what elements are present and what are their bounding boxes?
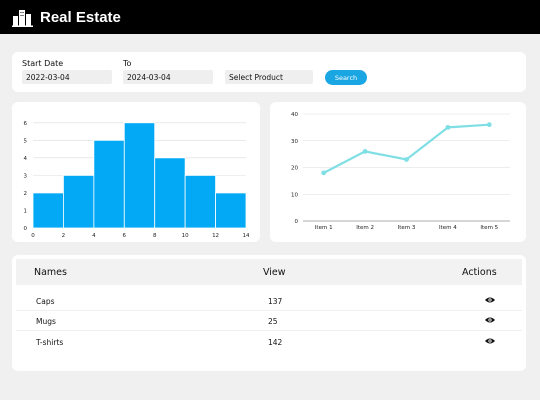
- y-tick-label: 0: [24, 226, 28, 232]
- eye-icon[interactable]: [485, 316, 495, 324]
- line-chart-card: 0 10 20 30 40 Item 1 Item 2 Item 3 Item 4 Item 5: [270, 102, 526, 242]
- x-tick-label: 6: [123, 233, 127, 239]
- building-logo-icon: [12, 10, 33, 27]
- x-tick-label: Item 2: [356, 225, 374, 231]
- y-tick-label: 30: [291, 139, 298, 145]
- table-row: Mugs 25: [16, 311, 522, 331]
- filter-panel: Start Date 2022-03-04 To 2024-03-04 Sele…: [12, 52, 526, 92]
- y-tick-label: 6: [24, 121, 28, 127]
- histogram-card: 0 1 2 3 4 5 6 0 2 4 6 8 10 12 14: [12, 102, 260, 242]
- x-tick-label: 10: [182, 233, 189, 239]
- histogram-bar: [93, 139, 125, 229]
- x-tick-label: Item 3: [398, 225, 416, 231]
- y-tick-label: 10: [291, 192, 298, 198]
- row-name: Caps: [36, 297, 55, 306]
- row-view-count: 137: [268, 297, 283, 306]
- table-header: Names View Actions: [16, 259, 522, 285]
- y-tick-label: 20: [291, 166, 298, 172]
- top-bar: Real Estate: [0, 0, 540, 34]
- products-table: Names View Actions Caps 137 Mugs 25 T-sh…: [12, 255, 526, 371]
- y-tick-label: 1: [24, 208, 28, 214]
- histogram-bar: [154, 157, 186, 229]
- histogram-bar: [215, 192, 247, 229]
- y-tick-label: 0: [295, 219, 299, 225]
- y-tick-label: 2: [24, 191, 28, 197]
- eye-icon[interactable]: [485, 296, 495, 304]
- histogram-bar: [184, 174, 216, 229]
- data-point: [404, 157, 409, 162]
- row-view-count: 142: [268, 338, 283, 347]
- x-tick-label: 8: [153, 233, 157, 239]
- histogram-bar: [32, 192, 64, 229]
- start-date-input[interactable]: 2022-03-04: [22, 70, 112, 84]
- start-date-label: Start Date: [22, 59, 64, 68]
- x-tick-label: 2: [62, 233, 66, 239]
- y-tick-label: 3: [24, 173, 28, 179]
- x-tick-label: 14: [243, 233, 250, 239]
- x-tick-label: 12: [212, 233, 219, 239]
- row-view-count: 25: [268, 317, 278, 326]
- row-name: T-shirts: [36, 338, 64, 347]
- x-tick-label: Item 5: [480, 225, 498, 231]
- view-header: View: [263, 267, 286, 278]
- line-chart: 0 10 20 30 40 Item 1 Item 2 Item 3 Item 4 Item 5: [291, 112, 510, 231]
- end-date-label: To: [123, 59, 132, 68]
- x-tick-label: 4: [92, 233, 96, 239]
- actions-header: Actions: [462, 267, 497, 278]
- data-point: [362, 149, 368, 154]
- x-tick-label: Item 1: [315, 225, 333, 231]
- x-tick-label: Item 4: [439, 225, 457, 231]
- eye-icon[interactable]: [485, 337, 495, 345]
- histogram-bar: [123, 122, 156, 229]
- y-tick-label: 40: [291, 112, 298, 118]
- histogram-bar: [63, 174, 95, 229]
- x-tick-label: 0: [31, 233, 35, 239]
- table-row: Caps 137: [16, 291, 522, 311]
- search-button[interactable]: Search: [325, 70, 367, 85]
- data-point: [321, 170, 327, 176]
- y-tick-label: 4: [24, 156, 28, 162]
- end-date-input[interactable]: 2024-03-04: [123, 70, 213, 84]
- data-point: [486, 122, 492, 128]
- series-line: [323, 123, 490, 174]
- table-row: T-shirts 142: [16, 332, 522, 352]
- names-header: Names: [34, 267, 67, 278]
- data-point: [445, 124, 451, 130]
- row-name: Mugs: [36, 317, 56, 326]
- product-select[interactable]: Select Product: [225, 70, 313, 84]
- app-title: Real Estate: [40, 8, 121, 26]
- histogram-chart: 01234560 2 4 6 8 10 12 14: [24, 121, 250, 239]
- y-tick-label: 5: [24, 138, 28, 144]
